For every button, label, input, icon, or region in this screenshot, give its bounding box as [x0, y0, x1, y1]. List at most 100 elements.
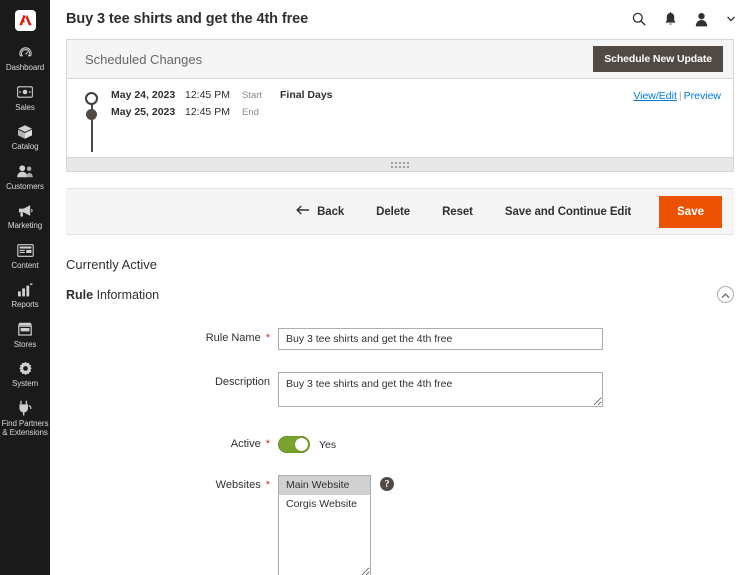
delete-button[interactable]: Delete	[360, 200, 426, 224]
websites-option-main-website[interactable]: Main Website	[279, 476, 370, 495]
sidebar-item-find-partners-extensions[interactable]: Find Partners & Extensions	[0, 394, 50, 443]
reset-button[interactable]: Reset	[426, 200, 489, 224]
sidebar-item-label: Customers	[6, 182, 44, 192]
currently-active-status: Currently Active	[66, 257, 734, 272]
sidebar-item-sales[interactable]: Sales	[0, 78, 50, 118]
description-label: Description	[215, 376, 270, 388]
sidebar-item-customers[interactable]: Customers	[0, 157, 50, 197]
websites-label: Websites	[216, 479, 261, 491]
schedule-start-date: May 24, 2023	[111, 89, 185, 101]
view-edit-link[interactable]: View/Edit	[633, 90, 677, 102]
websites-option-corgis-website[interactable]: Corgis Website	[279, 495, 370, 514]
page-title: Buy 3 tee shirts and get the 4th free	[66, 11, 632, 27]
sidebar-item-label: Stores	[14, 340, 37, 350]
schedule-rows: May 24, 2023 12:45 PM Start Final Days M…	[111, 89, 723, 123]
sidebar-item-label: System	[12, 379, 38, 389]
page-actions-toolbar: Back Delete Reset Save and Continue Edit…	[66, 188, 734, 235]
description-textarea[interactable]: Buy 3 tee shirts and get the 4th free	[278, 372, 603, 407]
rule-information-form: Rule Name * Description Buy 3 tee shirts…	[66, 328, 734, 575]
description-control: Buy 3 tee shirts and get the 4th free	[278, 372, 734, 412]
toggle-knob	[295, 438, 308, 451]
description-label-wrap: Description	[66, 372, 278, 388]
save-and-continue-edit-button[interactable]: Save and Continue Edit	[489, 200, 647, 224]
sidebar-item-stores[interactable]: Stores	[0, 315, 50, 355]
websites-multiselect[interactable]: Main Website Corgis Website	[278, 475, 371, 575]
timeline-line	[91, 100, 93, 152]
marketing-icon	[14, 202, 36, 219]
sidebar-item-label: Marketing	[8, 221, 42, 231]
sidebar-item-label: Reports	[11, 300, 38, 310]
scheduled-changes-panel: Scheduled Changes Schedule New Update Ma…	[66, 39, 734, 172]
schedule-row-end: May 25, 2023 12:45 PM End	[111, 106, 723, 123]
active-toggle-value: Yes	[319, 439, 336, 451]
sidebar-item-catalog[interactable]: Catalog	[0, 117, 50, 157]
admin-header: Buy 3 tee shirts and get the 4th free	[50, 0, 750, 38]
required-marker: *	[266, 439, 270, 450]
websites-label-wrap: Websites *	[66, 475, 278, 491]
active-field-row: Active * Yes	[66, 434, 734, 453]
rule-name-control	[278, 328, 734, 350]
rule-information-section-header: Rule Information	[66, 288, 734, 302]
stores-icon	[14, 321, 36, 338]
schedule-end-label: End	[242, 107, 280, 118]
sidebar-item-label: Find Partners & Extensions	[2, 419, 49, 438]
scheduled-changes-title: Scheduled Changes	[85, 52, 593, 67]
section-title-rest: Information	[97, 288, 160, 302]
save-button[interactable]: Save	[659, 196, 722, 228]
user-avatar-icon[interactable]	[695, 12, 708, 27]
sidebar-item-content[interactable]: Content	[0, 236, 50, 276]
timeline-end-marker-icon	[86, 109, 97, 120]
multiselect-resize-handle[interactable]	[362, 568, 369, 575]
sidebar-item-label: Dashboard	[6, 63, 44, 73]
header-actions	[632, 12, 736, 27]
chevron-down-icon[interactable]	[726, 14, 736, 24]
collapse-section-button[interactable]	[717, 286, 734, 303]
description-field-row: Description Buy 3 tee shirts and get the…	[66, 372, 734, 412]
required-marker: *	[266, 333, 270, 344]
grip-dots-icon	[391, 162, 409, 168]
schedule-row-start: May 24, 2023 12:45 PM Start Final Days	[111, 89, 723, 106]
rule-name-field-row: Rule Name *	[66, 328, 734, 350]
sidebar-item-system[interactable]: System	[0, 354, 50, 394]
admin-page: Dashboard Sales Catalog Customers Market	[0, 0, 750, 575]
extensions-icon	[14, 400, 36, 417]
rule-name-input[interactable]	[278, 328, 603, 350]
help-question-icon[interactable]: ?	[380, 477, 394, 491]
dashboard-icon	[14, 44, 36, 61]
sidebar-item-dashboard[interactable]: Dashboard	[0, 38, 50, 78]
system-icon	[14, 360, 36, 377]
schedule-start-time: 12:45 PM	[185, 89, 242, 101]
active-toggle[interactable]	[278, 436, 310, 453]
active-control: Yes	[278, 434, 734, 453]
notifications-bell-icon[interactable]	[664, 12, 677, 27]
scheduled-changes-header: Scheduled Changes Schedule New Update	[67, 40, 733, 79]
page-body: Currently Active Rule Information Rule N…	[50, 257, 750, 575]
schedule-update-name: Final Days	[280, 89, 333, 101]
sidebar-item-marketing[interactable]: Marketing	[0, 196, 50, 236]
preview-link[interactable]: Preview	[684, 90, 721, 102]
adobe-logo-icon	[19, 14, 32, 26]
active-label: Active	[231, 438, 261, 450]
section-title: Rule Information	[66, 288, 159, 302]
schedule-end-date: May 25, 2023	[111, 106, 185, 118]
sidebar-item-reports[interactable]: Reports	[0, 275, 50, 315]
sales-icon	[14, 84, 36, 101]
rule-name-label: Rule Name	[206, 332, 261, 344]
reports-icon	[14, 281, 36, 298]
link-separator: |	[677, 90, 684, 102]
sidebar-item-label: Content	[11, 261, 38, 271]
adobe-logo[interactable]	[0, 0, 50, 38]
back-button[interactable]: Back	[280, 199, 360, 224]
schedule-timeline	[85, 92, 99, 154]
back-button-label: Back	[317, 206, 344, 218]
schedule-row-links: View/Edit|Preview	[633, 90, 721, 102]
active-label-wrap: Active *	[66, 434, 278, 450]
search-icon[interactable]	[632, 12, 646, 26]
rule-name-label-wrap: Rule Name *	[66, 328, 278, 344]
catalog-icon	[14, 123, 36, 140]
schedule-new-update-button[interactable]: Schedule New Update	[593, 46, 723, 72]
scheduled-changes-body: May 24, 2023 12:45 PM Start Final Days M…	[67, 79, 733, 157]
admin-sidebar: Dashboard Sales Catalog Customers Market	[0, 0, 50, 575]
required-marker: *	[266, 480, 270, 491]
panel-resize-handle[interactable]	[67, 157, 733, 171]
